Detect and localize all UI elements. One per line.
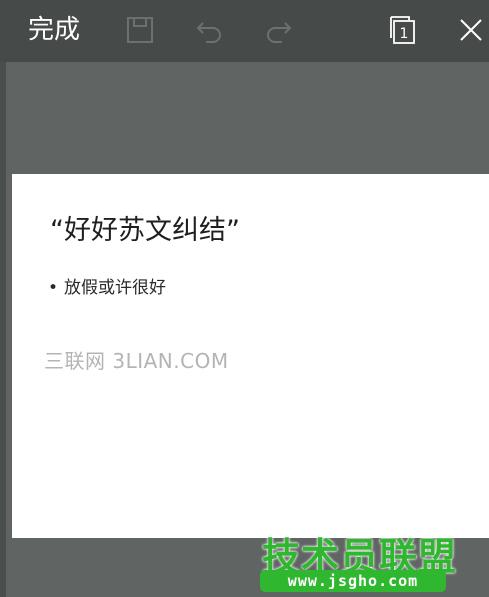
undo-icon[interactable] [194, 14, 226, 46]
slide-watermark: 三联网 3LIAN.COM [44, 349, 229, 373]
site-logo-watermark: 技术员联盟 www.jsgho.com [258, 526, 456, 594]
pages-count: 1 [400, 26, 409, 42]
redo-icon[interactable] [262, 14, 294, 46]
editor-toolbar: 完成 1 [0, 0, 489, 62]
save-icon[interactable] [124, 14, 156, 46]
slide-title[interactable]: “好好苏文纠结” [50, 208, 240, 247]
site-logo-url: www.jsgho.com [260, 570, 446, 592]
slide-bullet-item[interactable]: • 放假或许很好 [48, 273, 166, 298]
bullet-dot-icon: • [48, 278, 59, 298]
close-icon[interactable] [455, 14, 487, 46]
done-button[interactable]: 完成 [28, 11, 80, 49]
pages-icon[interactable]: 1 [386, 14, 418, 46]
slide-canvas[interactable]: “好好苏文纠结” • 放假或许很好 三联网 3LIAN.COM [12, 174, 489, 538]
slide-bullet-text: 放假或许很好 [64, 278, 167, 298]
